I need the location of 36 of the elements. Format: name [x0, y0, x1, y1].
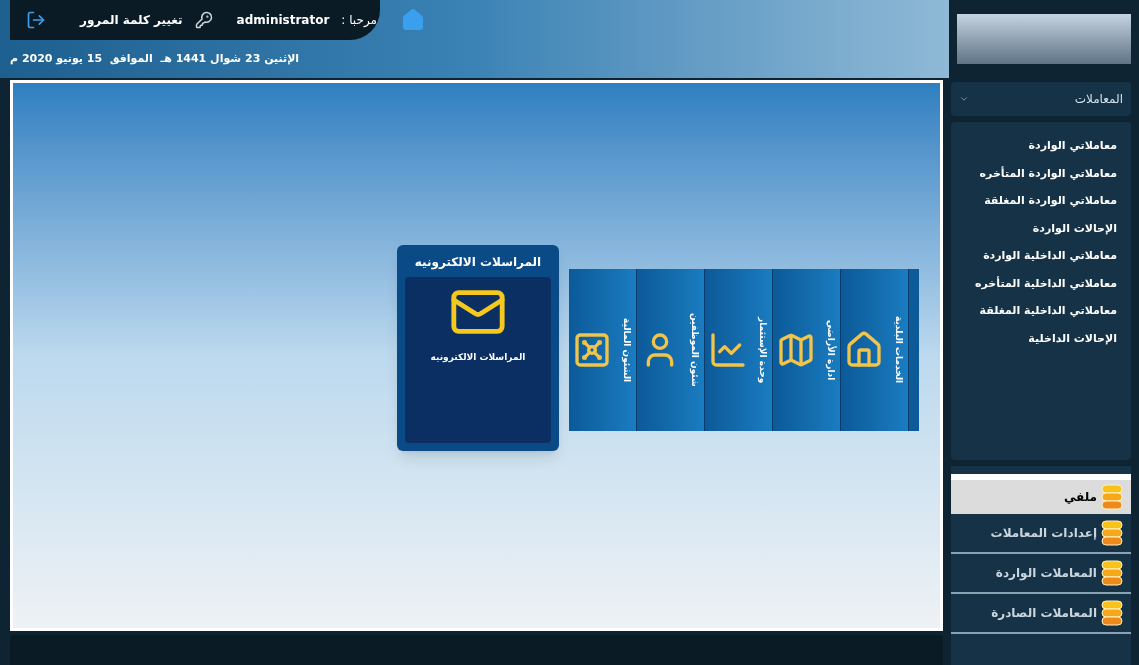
module-card[interactable]: الخدمات البلدية: [841, 269, 909, 431]
module-card[interactable]: شئون الموظفين: [637, 269, 705, 431]
module-label: ادارة الأراضي: [825, 319, 837, 381]
username: administrator: [236, 12, 330, 29]
sidebar-link[interactable]: الإحالات الواردة: [1032, 220, 1117, 237]
sidebar-link[interactable]: معاملاتي الداخلية المتأخره: [975, 275, 1117, 292]
chevron-down-icon: [959, 94, 969, 104]
stack-icon: [1101, 520, 1123, 546]
house-icon: [844, 330, 884, 370]
module-card[interactable]: ادارة الأراضي: [773, 269, 841, 431]
featured-module-label: المراسلات الالكترونيه: [430, 351, 526, 365]
welcome-label: مرحبا :: [341, 12, 377, 29]
sidebar-link[interactable]: معاملاتي الواردة المتأخره: [979, 165, 1117, 182]
module-label: الخدمات البلدية: [893, 316, 905, 384]
logout-icon[interactable]: [26, 10, 46, 30]
module-label: شئون الموظفين: [689, 313, 701, 387]
stack-icon: [1101, 600, 1123, 626]
sidebar-link[interactable]: معاملاتي الداخلية الواردة: [983, 248, 1117, 265]
transactions-dropdown[interactable]: المعاملات: [951, 82, 1131, 116]
stack-icon: [1101, 560, 1123, 586]
accordion-section[interactable]: ملفي: [951, 474, 1131, 514]
sidebar-link[interactable]: معاملاتي الواردة المغلقة: [984, 193, 1117, 210]
sidebar-link[interactable]: الإحالات الداخلية: [1028, 330, 1117, 347]
change-password-link[interactable]: تغيير كلمة المرور: [80, 11, 183, 29]
date-text: الإثنين 23 شوال 1441 هـ الموافق 15 يونيو 2020 م: [10, 50, 300, 67]
stack-icon: [1101, 484, 1123, 510]
module-label: الشئون المالية: [621, 317, 633, 383]
sidebar-link[interactable]: معاملاتي الداخلية المغلقة: [979, 303, 1117, 320]
key-icon: [194, 11, 213, 29]
featured-module-title: المراسلات الالكترونيه: [413, 254, 543, 271]
featured-module-card[interactable]: المراسلات الالكترونيه المراسلات الالكترونيه: [397, 245, 559, 451]
module-card[interactable]: وحدة الإستثمار: [705, 269, 773, 431]
sidebar-link[interactable]: معاملاتي الواردة: [1028, 138, 1117, 155]
module-label: وحدة الإستثمار: [757, 316, 769, 384]
module-card[interactable]: الشئون المالية: [569, 269, 637, 431]
vault-icon: [572, 330, 612, 370]
